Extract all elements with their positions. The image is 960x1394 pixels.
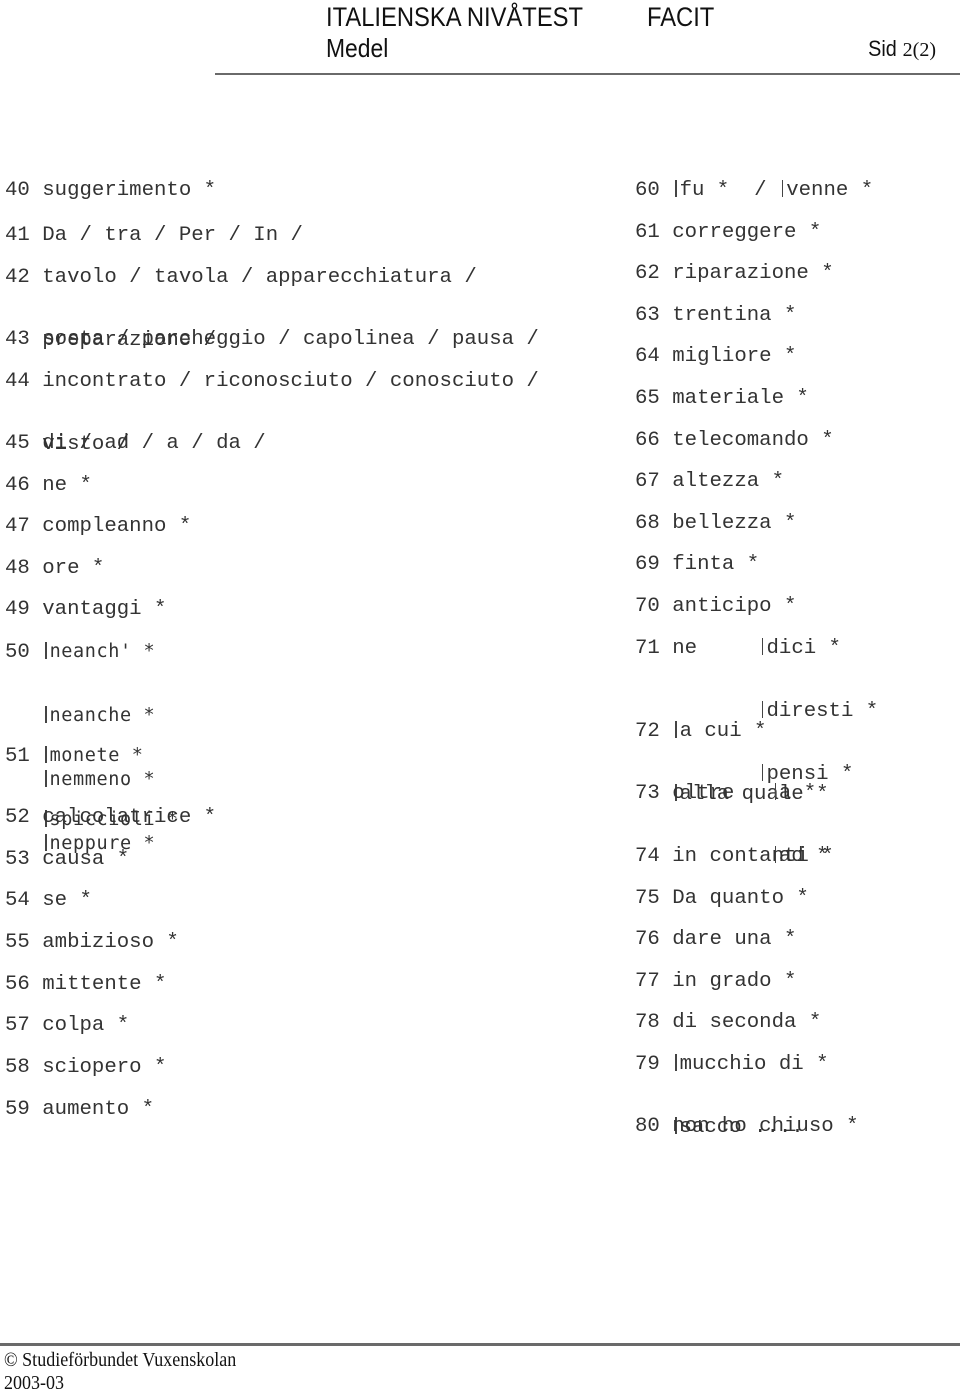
item-number: 42 <box>5 266 30 289</box>
level-label: Medel <box>326 33 389 63</box>
footer-divider <box>0 1343 960 1346</box>
answer-alternative: monete * <box>49 745 144 766</box>
item-number: 44 <box>5 370 30 393</box>
document-date: 2003-03 <box>4 1372 65 1394</box>
item-number: 79 <box>635 1053 660 1076</box>
document-title: ITALIENSKA NIVÅTEST <box>326 2 584 32</box>
alternative-marker <box>45 642 47 659</box>
answer-prefix: ne <box>672 637 698 660</box>
item-number: 71 <box>635 637 660 660</box>
item-number: 59 <box>5 1098 30 1121</box>
item-number: 72 <box>635 720 660 743</box>
answer-text: aumento * <box>42 1098 154 1121</box>
header-divider <box>215 73 960 75</box>
answer-text: tavolo / tavola / apparecchiatura / <box>42 266 477 289</box>
page-indicator: Sid 2(2) <box>865 36 936 63</box>
answer-alternative: a cui * <box>679 720 767 743</box>
answer-alternative: neanch' * <box>49 641 156 662</box>
alternative-marker <box>45 746 47 763</box>
alternative-marker <box>675 721 677 738</box>
answer-alternative: mucchio di * <box>679 1053 829 1076</box>
answer-key-label: FACIT <box>647 2 715 32</box>
answer-prefix: oltre <box>672 782 735 805</box>
alternative-marker <box>762 638 764 655</box>
item-number: 73 <box>635 782 660 805</box>
answer-item: 80 non ho chiuso * <box>635 1074 858 1179</box>
alternative-marker <box>774 783 776 800</box>
page-label: Sid <box>868 36 898 61</box>
page-number: 2(2) <box>902 39 936 61</box>
item-number: 50 <box>5 641 30 664</box>
answer-alternative: a * <box>778 782 817 805</box>
alternative-marker <box>675 1054 677 1071</box>
answer-text: non ho chiuso * <box>672 1115 859 1138</box>
answer-item: 59 aumento * <box>5 1057 154 1162</box>
copyright-notice: © Studieförbundet Vuxenskolan <box>4 1349 237 1371</box>
item-number: 80 <box>635 1115 660 1138</box>
answer-text: incontrato / riconosciuto / conosciuto / <box>42 370 539 393</box>
answer-alternative: dici * <box>766 637 841 660</box>
